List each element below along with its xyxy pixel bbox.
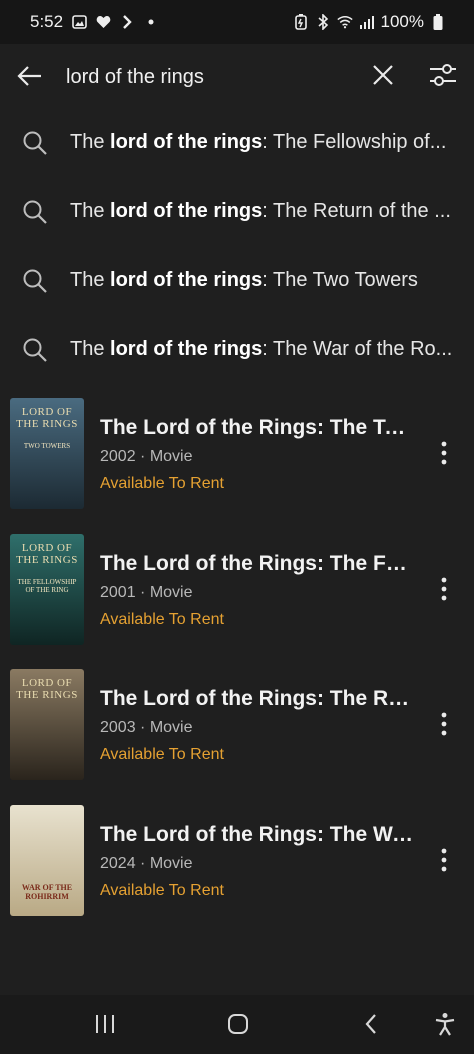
recent-apps-icon[interactable] xyxy=(89,1009,121,1039)
results-list: Lord of the Rings Two Towers The Lord of… xyxy=(0,396,474,938)
suggestion-text: The lord of the rings: The War of the Ro… xyxy=(70,338,453,360)
heart-icon xyxy=(95,14,111,30)
more-options-icon[interactable] xyxy=(434,576,454,602)
poster-subtitle: The Fellowship of the Ring xyxy=(17,577,77,594)
movie-result[interactable]: Lord of the Rings The Lord of the Rings:… xyxy=(0,667,474,803)
movie-result[interactable]: Lord of the Rings The Fellowship of the … xyxy=(0,532,474,668)
search-input[interactable] xyxy=(64,58,358,96)
accessibility-icon[interactable] xyxy=(429,1009,461,1039)
movie-title[interactable]: The Lord of the Rings: The Fell... xyxy=(100,552,416,576)
availability-label: Available To Rent xyxy=(100,475,224,492)
movie-title[interactable]: The Lord of the Rings: The Wa... xyxy=(100,823,416,847)
gallery-icon xyxy=(71,14,87,30)
battery-icon xyxy=(430,14,446,30)
search-icon xyxy=(22,337,48,363)
battery-saver-icon xyxy=(293,14,309,30)
suggestion-item[interactable]: The lord of the rings: The Fellowship of… xyxy=(0,108,474,177)
movie-poster[interactable]: Lord of the Rings xyxy=(10,669,84,780)
poster-title: Lord of the Rings xyxy=(16,406,78,430)
poster-title: Lord of the Rings xyxy=(16,541,78,566)
movie-meta: 2001 · Movie xyxy=(100,583,193,601)
suggestion-item[interactable]: The lord of the rings: The Two Towers xyxy=(0,246,474,315)
status-right: 100% xyxy=(293,12,446,32)
movie-title[interactable]: The Lord of the Rings: The Tw... xyxy=(100,416,416,440)
back-arrow-icon[interactable] xyxy=(16,62,44,90)
search-icon xyxy=(22,130,48,156)
signal-icon xyxy=(359,14,375,30)
poster-subtitle: War of the Rohirrim xyxy=(21,882,73,901)
suggestion-list: The lord of the rings: The Fellowship of… xyxy=(0,108,474,384)
clear-search-icon[interactable] xyxy=(370,62,396,88)
suggestion-text: The lord of the rings: The Fellowship of… xyxy=(70,131,447,153)
filter-icon[interactable] xyxy=(428,60,458,90)
clock: 5:52 xyxy=(30,12,64,31)
more-options-icon[interactable] xyxy=(434,711,454,737)
movie-meta: 2002 · Movie xyxy=(100,448,193,465)
bluetooth-icon xyxy=(315,14,331,30)
movie-result[interactable]: War of the Rohirrim The Lord of the Ring… xyxy=(0,803,474,939)
poster-subtitle: Two Towers xyxy=(23,442,71,450)
suggestion-text: The lord of the rings: The Return of the… xyxy=(70,200,451,222)
movie-poster[interactable]: Lord of the Rings The Fellowship of the … xyxy=(10,533,84,645)
status-left: 5:52 xyxy=(30,12,159,32)
back-icon[interactable] xyxy=(355,1009,387,1039)
movie-meta: 2024 · Movie xyxy=(100,854,193,872)
chevron-right-icon xyxy=(119,14,135,30)
movie-poster[interactable]: Lord of the Rings Two Towers xyxy=(10,398,84,509)
availability-label: Available To Rent xyxy=(100,881,224,899)
search-bar xyxy=(0,44,474,108)
search-icon xyxy=(22,199,48,225)
dot-icon xyxy=(143,14,159,30)
search-icon xyxy=(22,268,48,294)
more-options-icon[interactable] xyxy=(434,847,454,873)
suggestion-text: The lord of the rings: The Two Towers xyxy=(70,269,418,291)
suggestion-item[interactable]: The lord of the rings: The Return of the… xyxy=(0,177,474,246)
suggestion-item[interactable]: The lord of the rings: The War of the Ro… xyxy=(0,315,474,384)
availability-label: Available To Rent xyxy=(100,746,224,763)
status-bar: 5:52 100% xyxy=(0,0,474,44)
movie-poster[interactable]: War of the Rohirrim xyxy=(10,804,84,916)
movie-result[interactable]: Lord of the Rings Two Towers The Lord of… xyxy=(0,396,474,532)
system-navigation-bar xyxy=(0,995,474,1054)
movie-title[interactable]: The Lord of the Rings: The Ret... xyxy=(100,687,416,711)
home-icon[interactable] xyxy=(222,1009,254,1039)
movie-meta: 2003 · Movie xyxy=(100,719,193,736)
wifi-icon xyxy=(336,14,353,30)
availability-label: Available To Rent xyxy=(100,610,224,628)
more-options-icon[interactable] xyxy=(434,440,454,466)
battery-percent: 100% xyxy=(380,12,424,31)
poster-title: Lord of the Rings xyxy=(16,677,78,701)
